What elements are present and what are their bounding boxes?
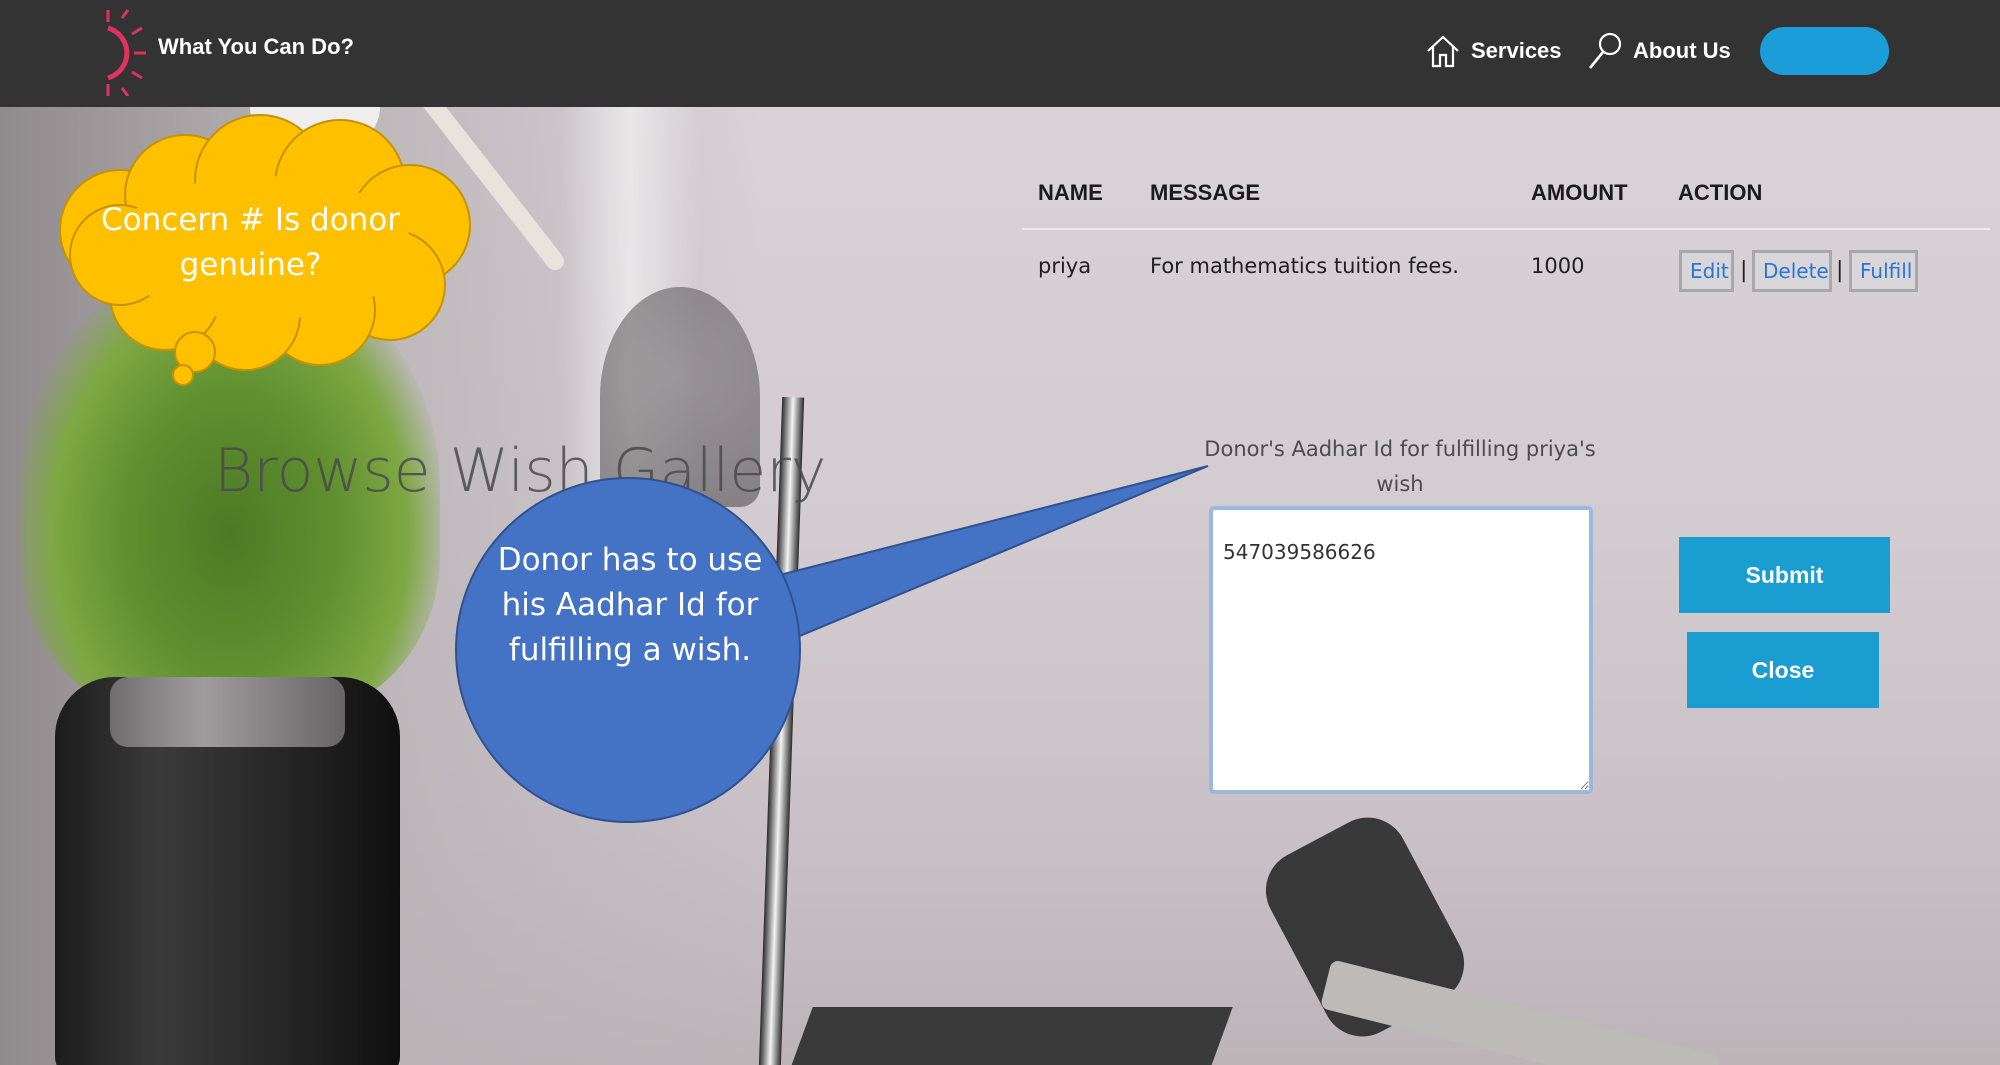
close-button[interactable]: Close [1687, 632, 1879, 708]
action-separator: | [1836, 258, 1844, 283]
fulfill-button[interactable]: Fulfill [1849, 250, 1918, 292]
top-navbar: What You Can Do? Services About Us [0, 0, 2000, 107]
column-header-action: ACTION [1678, 180, 1763, 205]
column-header-name: NAME [1038, 180, 1103, 205]
jar-neck [110, 677, 345, 747]
edit-button[interactable]: Edit [1679, 250, 1734, 292]
nav-about-label: About Us [1633, 38, 1731, 63]
column-header-message: MESSAGE [1150, 180, 1261, 205]
speech-bubble-text: Donor has to use his Aadhar Id for fulfi… [497, 542, 763, 668]
delete-button[interactable]: Delete [1752, 250, 1832, 292]
cell-amount: 1000 [1531, 254, 1585, 278]
aadhar-field-label: Donor's Aadhar Id for fulfilling priya's… [1204, 437, 1596, 496]
laptop-keyboard [787, 1007, 1233, 1065]
nav-services[interactable]: Services [1425, 30, 1562, 72]
nav-services-label: Services [1471, 38, 1562, 63]
cloud-callout-text: Concern # Is donor genuine? [100, 202, 401, 283]
cell-name: priya [1038, 254, 1092, 278]
brand-name[interactable]: What You Can Do? [158, 34, 354, 60]
lamp [250, 107, 380, 147]
home-icon [1427, 35, 1459, 68]
table-header-rule [1022, 228, 1990, 230]
nav-action-button[interactable] [1760, 27, 1889, 75]
submit-button[interactable]: Submit [1679, 537, 1890, 613]
desk-item [1319, 959, 1721, 1065]
aadhar-id-textarea[interactable] [1209, 506, 1593, 794]
action-separator: | [1740, 258, 1748, 283]
column-header-amount: AMOUNT [1531, 180, 1628, 205]
magnifier-icon [1588, 32, 1622, 69]
page-title: Browse Wish Gallery [214, 436, 827, 506]
cell-message: For mathematics tuition fees. [1150, 254, 1459, 278]
nav-about-us[interactable]: About Us [1587, 30, 1731, 72]
sun-logo-icon[interactable] [98, 8, 146, 96]
